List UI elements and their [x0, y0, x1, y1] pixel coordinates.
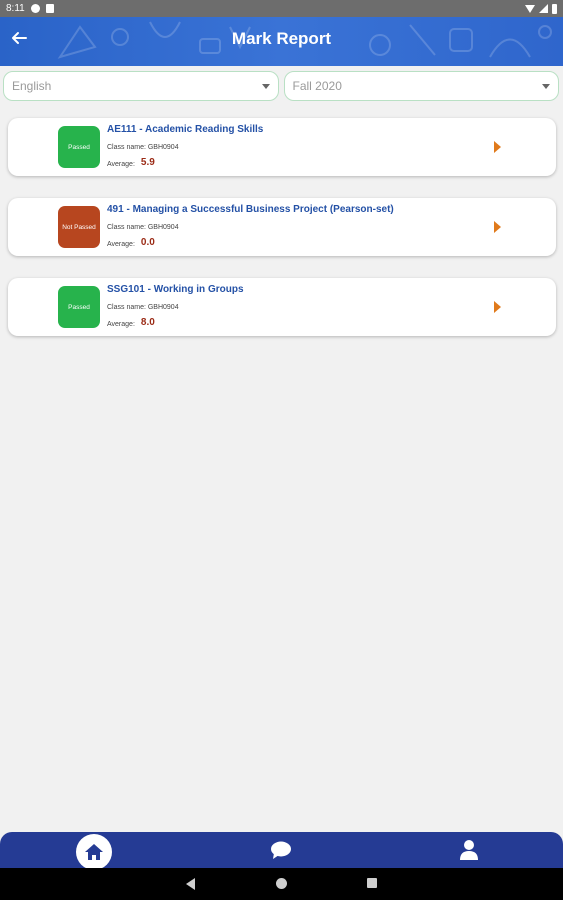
system-recents-icon[interactable]: [367, 878, 377, 888]
status-badge: Not Passed: [58, 206, 100, 248]
battery-icon: [552, 3, 557, 14]
course-title: SSG101 - Working in Groups: [107, 284, 244, 295]
status-badge: Passed: [58, 126, 100, 168]
average-value: 5.9: [140, 157, 155, 168]
report-card[interactable]: Passed AE111 - Academic Reading Skills C…: [8, 118, 556, 176]
system-home-icon[interactable]: [276, 878, 287, 889]
nav-profile-button[interactable]: [459, 839, 479, 866]
home-icon: [85, 844, 103, 860]
caret-down-icon: [261, 83, 270, 89]
nav-chat-button[interactable]: [270, 840, 292, 865]
filter-bar: English Fall 2020: [3, 71, 559, 101]
status-badge: Passed: [58, 286, 100, 328]
average-value: 8.0: [140, 317, 155, 328]
average-row: Average: 5.9: [107, 157, 155, 170]
average-label: Average:: [107, 161, 135, 168]
caret-down-icon: [542, 83, 550, 89]
page-title: Mark Report: [231, 29, 332, 48]
signal-icon: [539, 4, 548, 13]
bottom-nav: [0, 832, 563, 870]
system-back-icon[interactable]: [186, 878, 195, 890]
class-name: Class name: GBH0904: [107, 304, 179, 311]
average-row: Average: 0.0: [107, 237, 155, 250]
term-select-value: Fall 2020: [292, 79, 342, 93]
course-title: 491 - Managing a Successful Business Pro…: [107, 204, 394, 215]
app-bar: Mark Report: [0, 17, 563, 66]
system-nav-bar: [0, 868, 563, 900]
status-time: 8:11: [6, 3, 25, 14]
chevron-right-icon[interactable]: [494, 301, 501, 313]
notification-icon: [30, 4, 40, 13]
class-name: Class name: GBH0904: [107, 144, 179, 151]
term-select[interactable]: Fall 2020: [283, 71, 559, 101]
chevron-right-icon[interactable]: [494, 141, 501, 153]
chat-icon: [271, 841, 291, 859]
average-row: Average: 8.0: [107, 317, 155, 330]
class-name: Class name: GBH0904: [107, 224, 179, 231]
average-value: 0.0: [140, 237, 155, 248]
status-bar: 8:11: [0, 0, 563, 17]
wifi-icon: [525, 4, 535, 13]
profile-icon: [460, 840, 478, 860]
report-card[interactable]: Passed SSG101 - Working in Groups Class …: [8, 278, 556, 336]
report-card[interactable]: Not Passed 491 - Managing a Successful B…: [8, 198, 556, 256]
average-label: Average:: [107, 321, 135, 328]
course-title: AE111 - Academic Reading Skills: [107, 124, 264, 135]
average-label: Average:: [107, 241, 135, 248]
language-select-value: English: [12, 79, 52, 93]
nav-home-button[interactable]: [76, 834, 112, 870]
chevron-right-icon[interactable]: [494, 221, 501, 233]
sim-icon: [45, 4, 54, 13]
language-select[interactable]: English: [3, 71, 279, 101]
